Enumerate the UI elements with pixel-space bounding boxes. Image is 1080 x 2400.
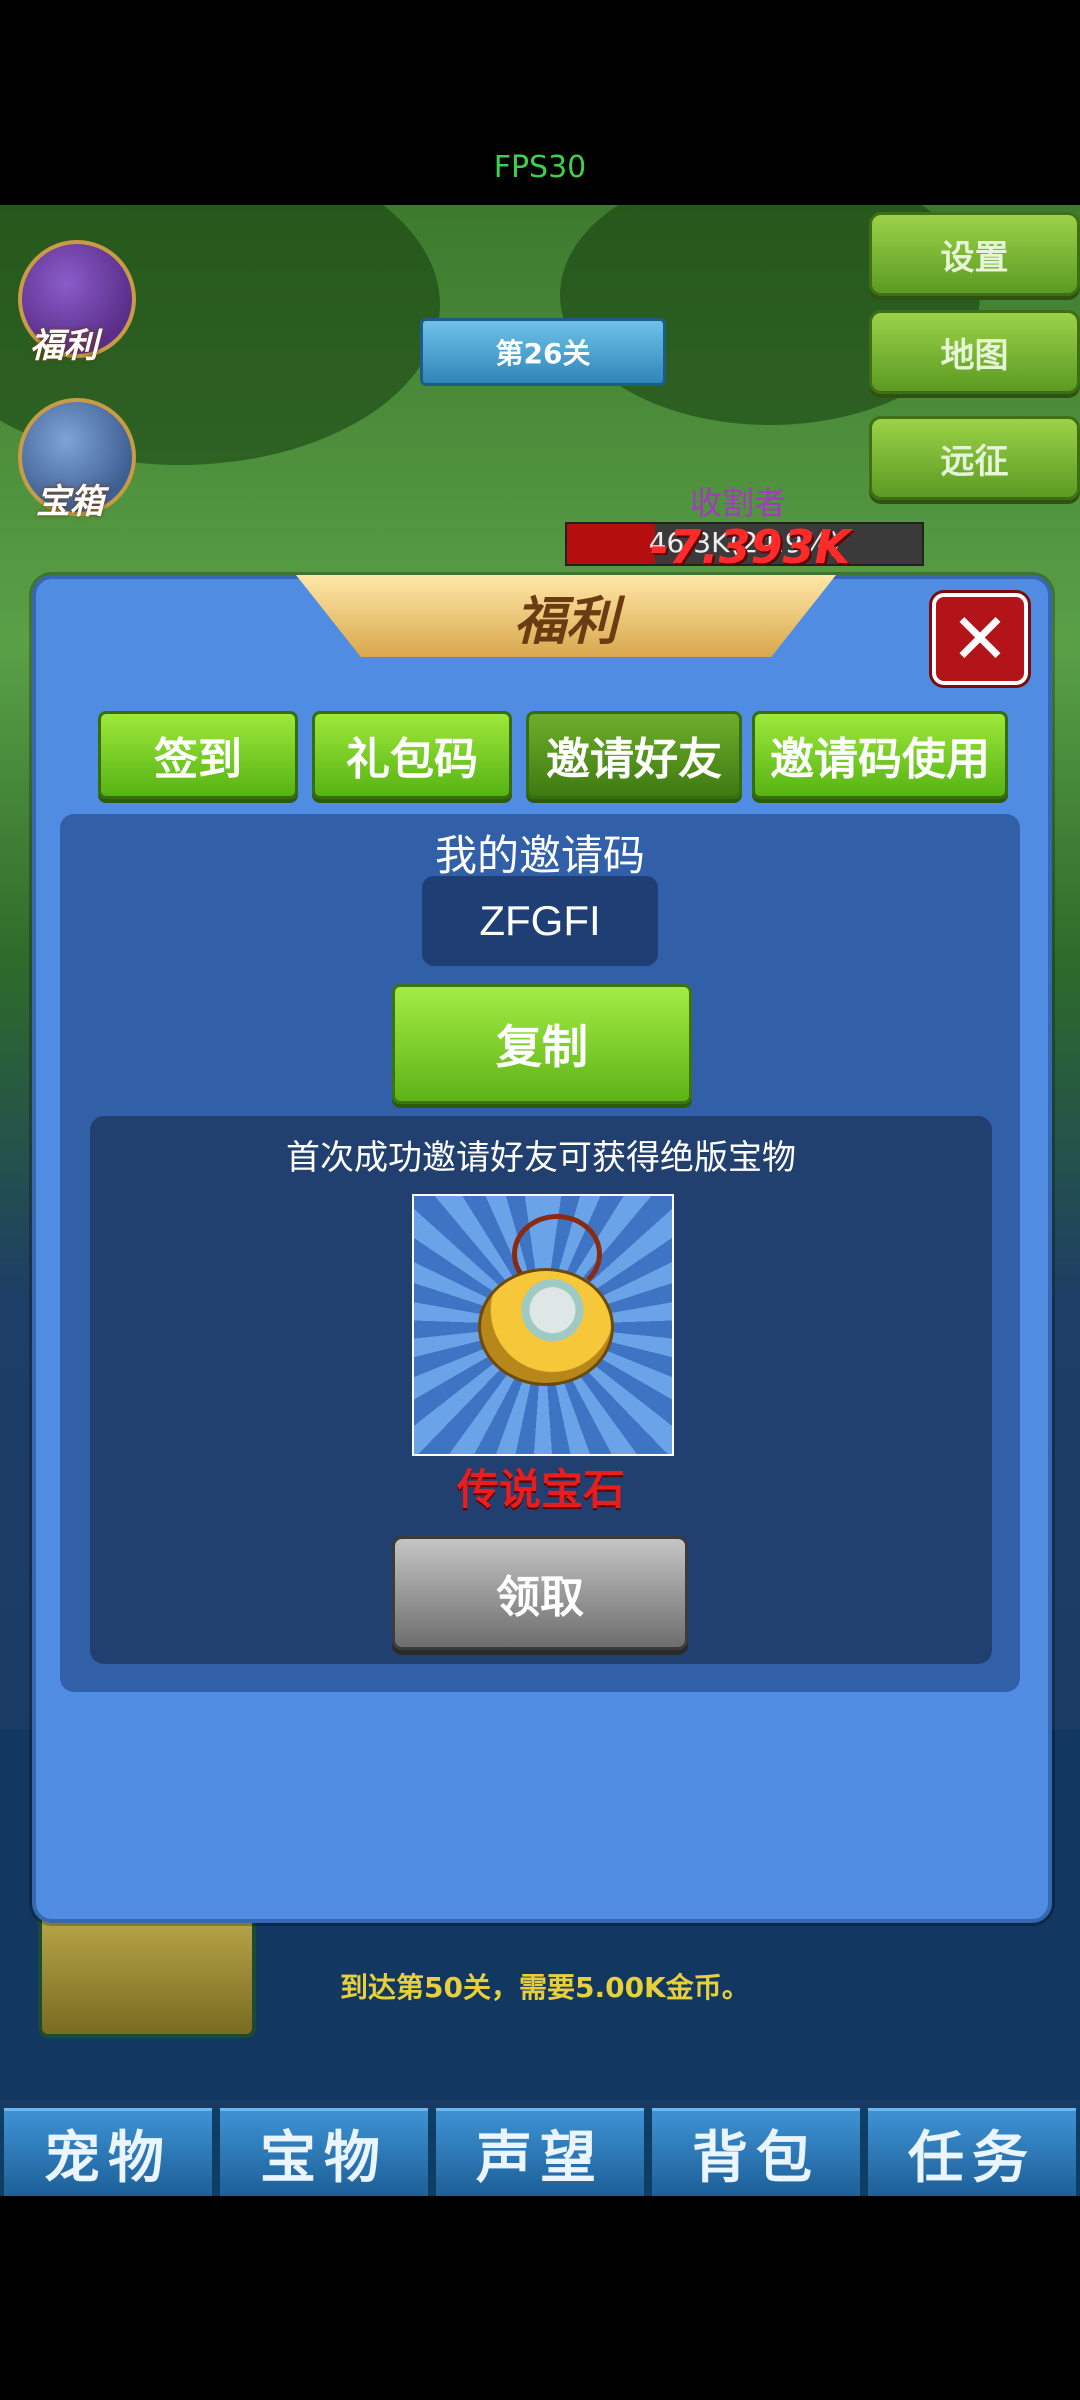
map-button[interactable]: 地图 <box>869 310 1080 394</box>
expedition-button[interactable]: 远征 <box>869 416 1080 500</box>
fps-counter: FPS30 <box>493 150 587 185</box>
welfare-label: 福利 <box>30 326 98 366</box>
bottom-nav: 宠物 宝物 声望 背包 任务 <box>0 2108 1080 2196</box>
close-icon[interactable]: ✕ <box>932 593 1028 685</box>
legendary-gem-icon <box>412 1194 674 1456</box>
enemy-name: 收割者 <box>690 484 787 522</box>
nav-tab-reputation[interactable]: 声望 <box>436 2108 644 2196</box>
welfare-modal: 福利 ✕ 签到 礼包码 邀请好友 邀请码使用 我的邀请码 ZFGFI 复制 首次… <box>32 575 1052 1923</box>
settings-button[interactable]: 设置 <box>869 212 1080 296</box>
invite-code-title: 我的邀请码 <box>434 831 645 880</box>
invite-code-value: ZFGFI <box>422 876 658 966</box>
nav-tab-treasures[interactable]: 宝物 <box>220 2108 428 2196</box>
tab-invite-friends[interactable]: 邀请好友 <box>526 711 742 799</box>
nav-tab-tasks[interactable]: 任务 <box>868 2108 1076 2196</box>
level-requirement-hint: 到达第50关，需要5.00K金币。 <box>340 1971 750 2004</box>
copy-button[interactable]: 复制 <box>392 984 692 1104</box>
reward-description: 首次成功邀请好友可获得绝版宝物 <box>286 1138 796 1178</box>
invite-content: 我的邀请码 ZFGFI 复制 首次成功邀请好友可获得绝版宝物 传说宝石 领取 <box>60 814 1020 1692</box>
reward-name: 传说宝石 <box>456 1465 625 1514</box>
tab-gift-code[interactable]: 礼包码 <box>312 711 512 799</box>
gem-body <box>478 1268 614 1386</box>
claim-button[interactable]: 领取 <box>392 1536 688 1650</box>
damage-number: -7.393K <box>650 520 851 574</box>
tab-sign-in[interactable]: 签到 <box>98 711 298 799</box>
modal-title-banner: 福利 <box>296 575 836 657</box>
reward-panel: 首次成功邀请好友可获得绝版宝物 传说宝石 领取 <box>90 1116 992 1664</box>
tab-use-invite-code[interactable]: 邀请码使用 <box>752 711 1008 799</box>
treasure-chest-label: 宝箱 <box>36 482 104 522</box>
modal-title: 福利 <box>513 591 618 652</box>
level-banner: 第26关 <box>420 318 666 386</box>
nav-tab-pets[interactable]: 宠物 <box>4 2108 212 2196</box>
nav-tab-backpack[interactable]: 背包 <box>652 2108 860 2196</box>
